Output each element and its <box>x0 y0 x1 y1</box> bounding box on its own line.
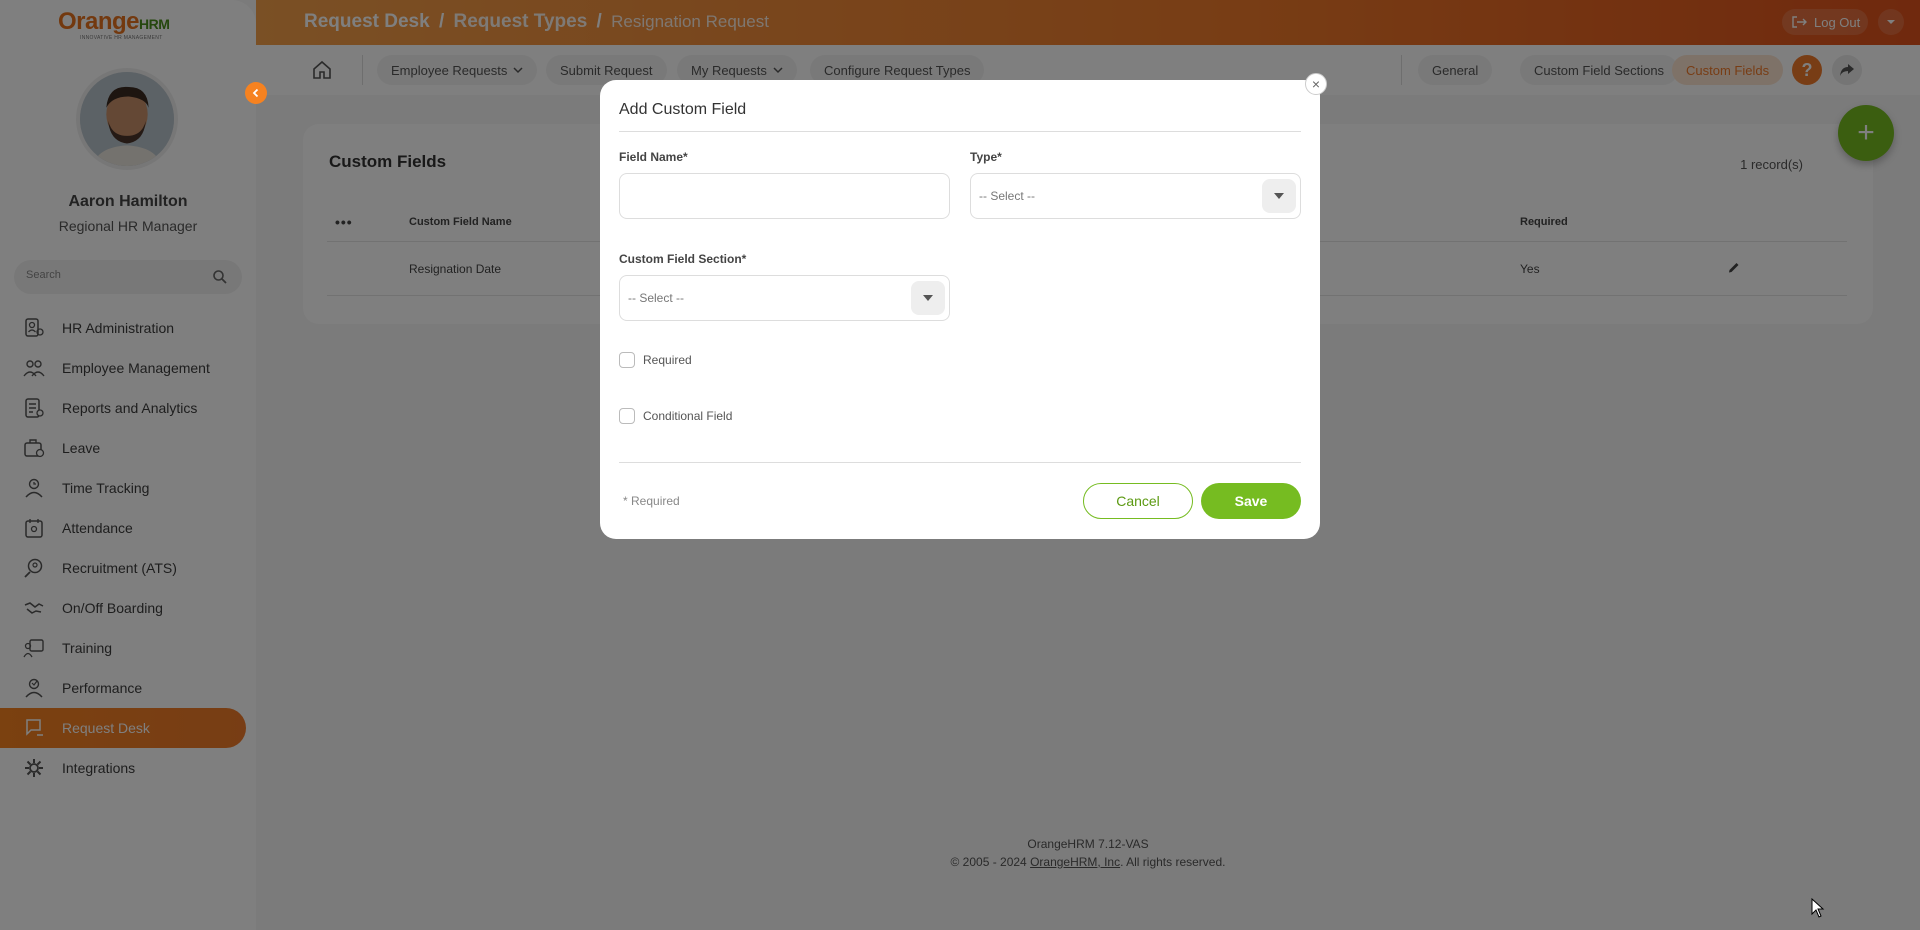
collapse-sidebar-button[interactable] <box>245 82 267 104</box>
conditional-field-checkbox[interactable] <box>619 408 635 424</box>
divider <box>619 462 1301 463</box>
caret-down-icon <box>1274 193 1284 199</box>
caret-down-icon <box>923 295 933 301</box>
required-checkbox-row[interactable]: Required <box>619 352 692 368</box>
conditional-checkbox-label: Conditional Field <box>643 409 733 423</box>
required-checkbox[interactable] <box>619 352 635 368</box>
cancel-button[interactable]: Cancel <box>1083 483 1193 519</box>
type-select[interactable]: -- Select -- <box>970 173 1301 219</box>
type-dropdown-button[interactable] <box>1262 179 1296 213</box>
divider <box>619 131 1301 132</box>
section-select[interactable]: -- Select -- <box>619 275 950 321</box>
section-select-value: -- Select -- <box>628 291 685 305</box>
field-name-label: Field Name* <box>619 150 688 164</box>
mouse-cursor-icon <box>1811 898 1825 918</box>
conditional-checkbox-row[interactable]: Conditional Field <box>619 408 732 424</box>
required-checkbox-label: Required <box>643 353 692 367</box>
app-root: OrangeHRM INNOVATIVE HR MANAGEMENT Aaron… <box>0 0 1920 930</box>
close-icon[interactable]: × <box>1305 73 1327 95</box>
section-label: Custom Field Section* <box>619 252 747 266</box>
field-name-input[interactable] <box>620 174 949 218</box>
dialog-title: Add Custom Field <box>619 101 747 118</box>
type-label: Type* <box>970 150 1002 164</box>
chevron-left-icon <box>252 88 259 98</box>
required-note: * Required <box>623 494 680 508</box>
save-button[interactable]: Save <box>1201 483 1301 519</box>
type-select-value: -- Select -- <box>979 189 1036 203</box>
add-custom-field-dialog: Add Custom Field Field Name* Type* -- Se… <box>600 80 1320 539</box>
section-dropdown-button[interactable] <box>911 281 945 315</box>
field-name-wrapper <box>619 173 950 219</box>
